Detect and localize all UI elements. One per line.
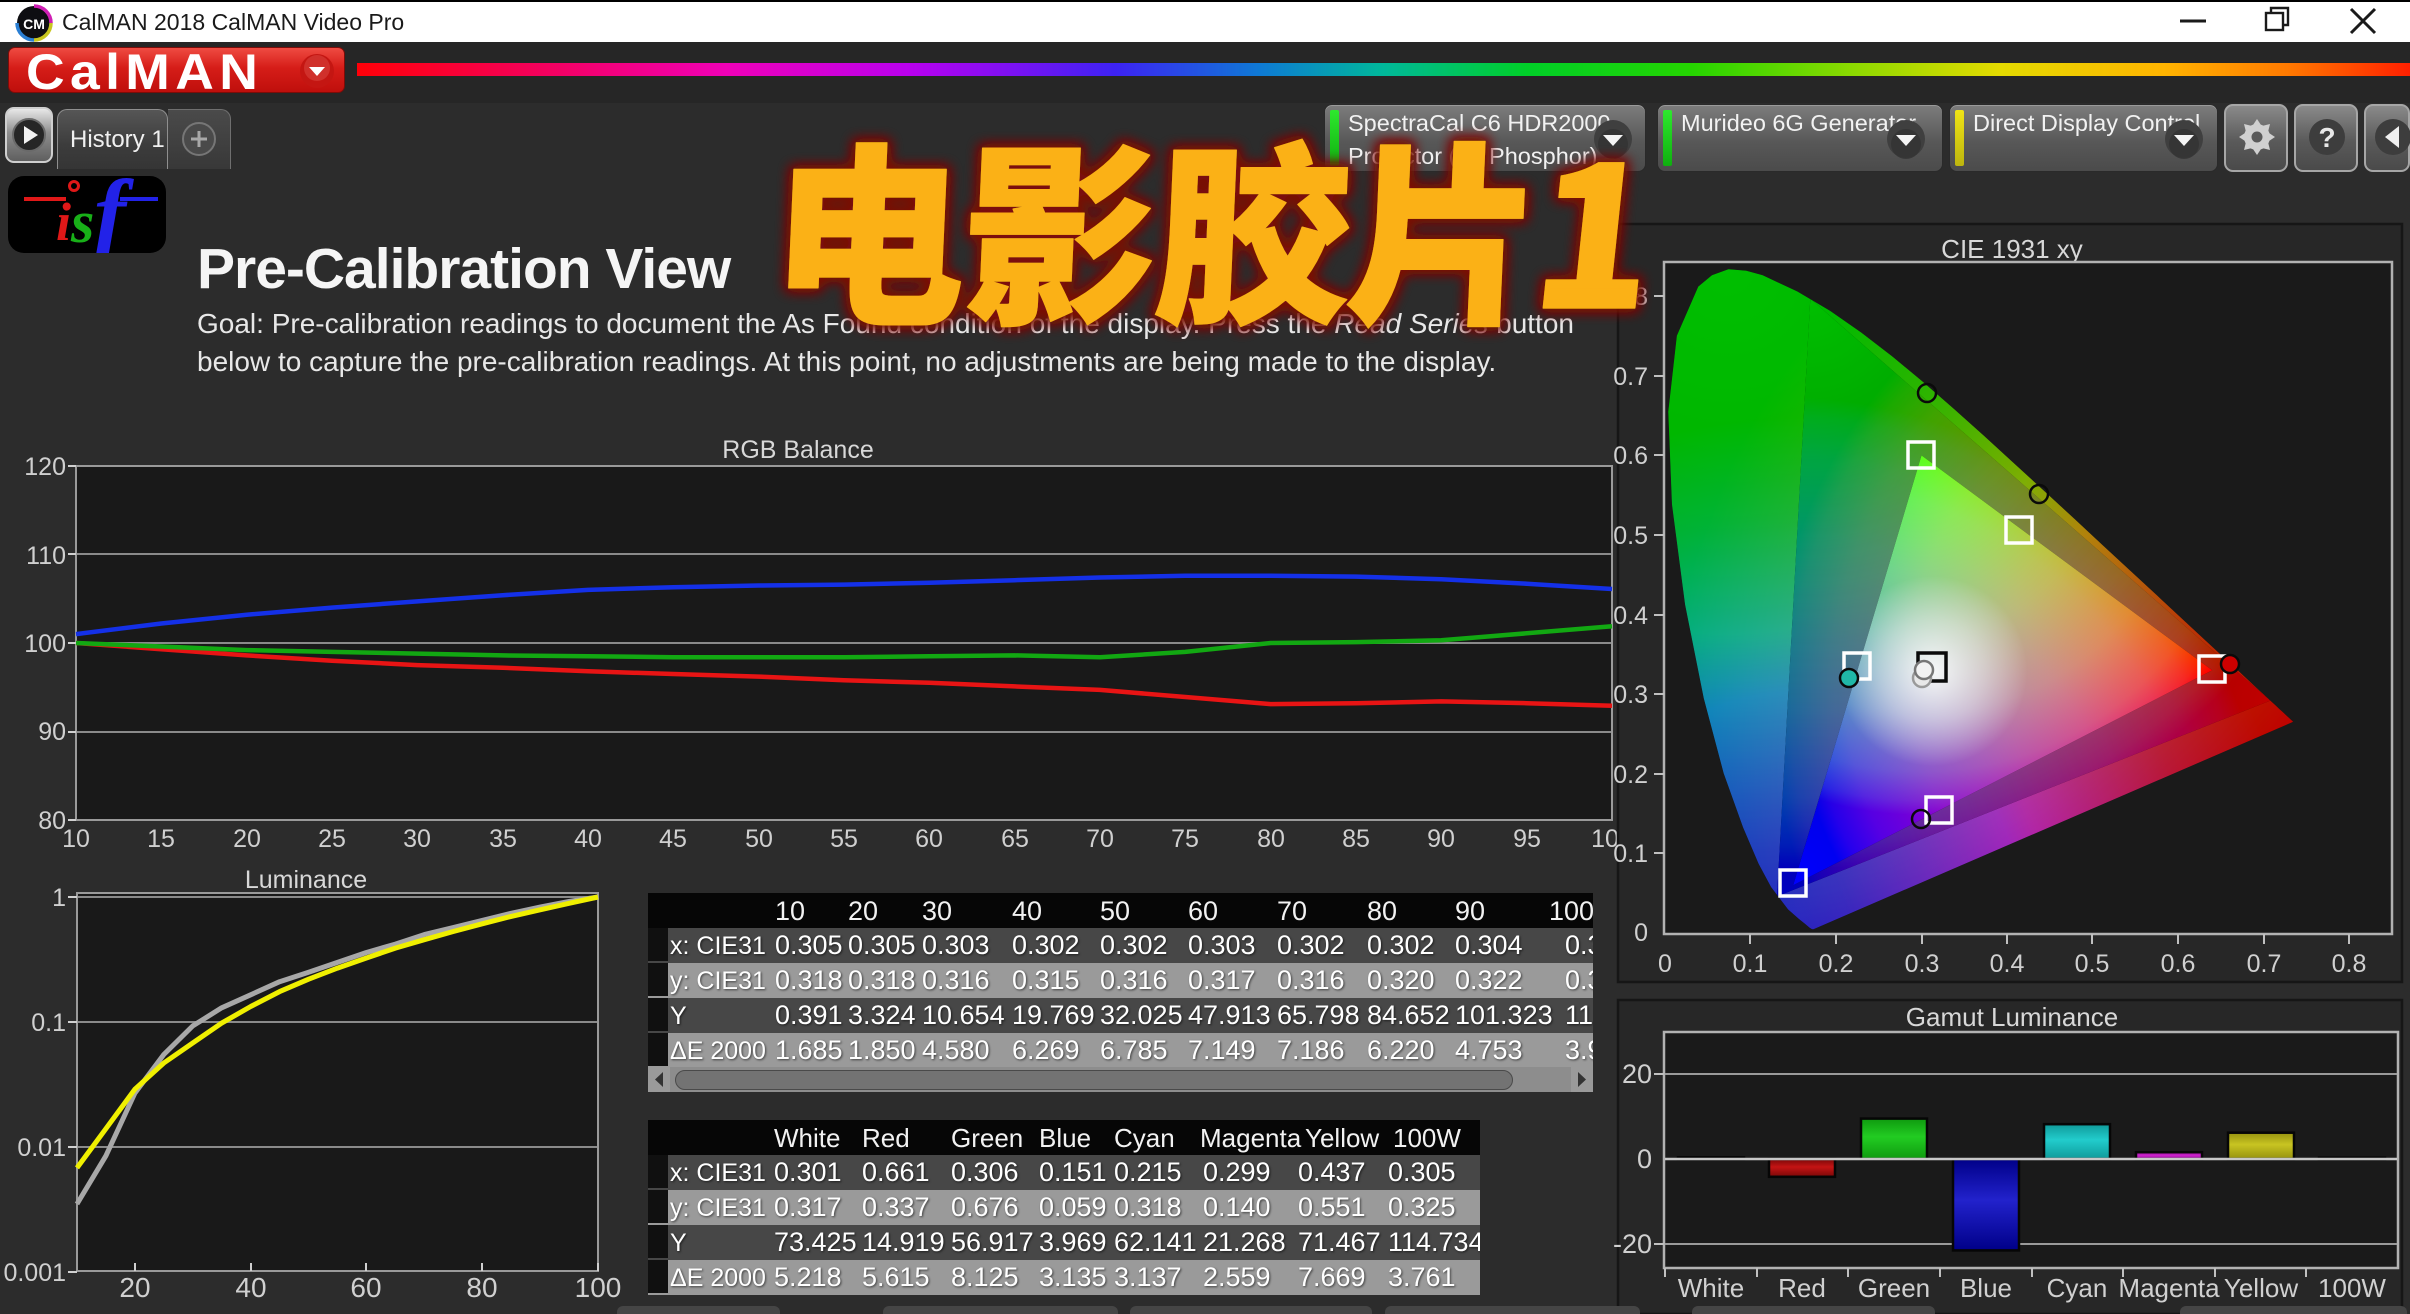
svg-text:80: 80 [1257,825,1285,853]
svg-text:RGB Balance: RGB Balance [722,436,873,464]
svg-text:0.4: 0.4 [1613,602,1648,630]
svg-text:0.4: 0.4 [1990,950,2025,978]
svg-text:0.7: 0.7 [2247,950,2282,978]
svg-text:0.6: 0.6 [1613,442,1648,470]
svg-text:Red: Red [1778,1273,1826,1303]
svg-text:i: i [56,192,71,252]
svg-text:60: 60 [915,825,943,853]
svg-text:40: 40 [574,825,602,853]
svg-text:100W: 100W [2318,1273,2386,1303]
svg-text:15: 15 [147,825,175,853]
svg-text:0.6: 0.6 [2161,950,2196,978]
svg-text:80: 80 [466,1272,497,1303]
svg-text:70: 70 [1086,825,1114,853]
svg-text:0: 0 [1658,950,1672,978]
svg-text:90: 90 [1427,825,1455,853]
svg-text:Magenta: Magenta [2118,1273,2220,1303]
svg-text:60: 60 [350,1272,381,1303]
svg-text:Gamut Luminance: Gamut Luminance [1906,1002,2118,1032]
svg-text:35: 35 [489,825,517,853]
svg-text:85: 85 [1342,825,1370,853]
svg-text:Blue: Blue [1960,1273,2012,1303]
svg-text:CM: CM [23,16,45,32]
svg-text:Green: Green [1858,1273,1930,1303]
svg-text:0.7: 0.7 [1613,363,1648,391]
svg-text:0.1: 0.1 [1613,840,1648,868]
svg-text:0.2: 0.2 [1613,761,1648,789]
svg-text:0: 0 [1634,919,1648,947]
svg-text:20: 20 [1622,1059,1652,1089]
svg-text:0.001: 0.001 [3,1259,66,1287]
svg-text:100: 100 [575,1272,622,1303]
svg-text:50: 50 [745,825,773,853]
svg-text:10: 10 [62,825,90,853]
svg-text:100: 100 [24,630,66,658]
svg-text:45: 45 [659,825,687,853]
svg-text:f: f [94,176,134,253]
svg-text:Yellow: Yellow [2224,1273,2298,1303]
svg-text:0.1: 0.1 [31,1009,66,1037]
svg-text:25: 25 [318,825,346,853]
svg-text:White: White [1678,1273,1744,1303]
svg-text:120: 120 [24,453,66,481]
svg-text:0.01: 0.01 [17,1134,66,1162]
svg-text:20: 20 [119,1272,150,1303]
svg-text:0.8: 0.8 [2332,950,2367,978]
svg-text:20: 20 [233,825,261,853]
svg-text:CIE 1931 xy: CIE 1931 xy [1941,234,2083,264]
svg-text:75: 75 [1171,825,1199,853]
svg-text:30: 30 [403,825,431,853]
svg-text:-20: -20 [1613,1229,1652,1259]
svg-text:0.3: 0.3 [1613,681,1648,709]
svg-text:40: 40 [235,1272,266,1303]
svg-text:90: 90 [38,718,66,746]
svg-text:Luminance: Luminance [245,866,367,894]
svg-text:0: 0 [1637,1144,1652,1174]
svg-text:0.2: 0.2 [1819,950,1854,978]
svg-text:95: 95 [1513,825,1541,853]
svg-text:0.1: 0.1 [1733,950,1768,978]
svg-text:55: 55 [830,825,858,853]
svg-text:Cyan: Cyan [2047,1273,2108,1303]
svg-text:1: 1 [52,884,66,912]
svg-text:0.3: 0.3 [1905,950,1940,978]
svg-text:65: 65 [1001,825,1029,853]
svg-text:0.5: 0.5 [1613,522,1648,550]
svg-text:0.5: 0.5 [2075,950,2110,978]
svg-text:s: s [70,189,94,253]
svg-text:110: 110 [26,542,66,570]
svg-text:?: ? [2318,122,2335,153]
